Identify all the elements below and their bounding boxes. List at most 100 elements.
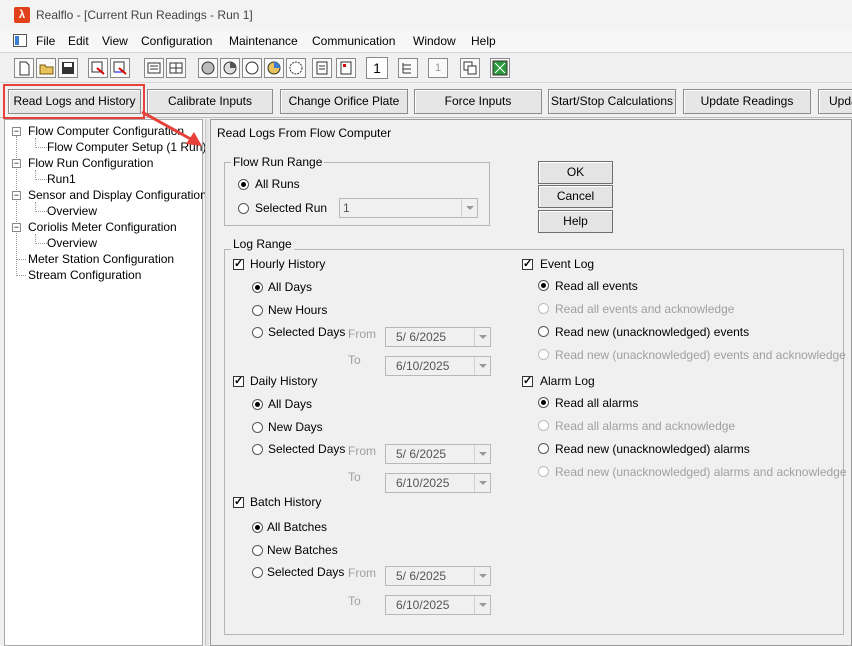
configuration-tree: − Flow Computer Configuration Flow Compu… (4, 119, 207, 646)
chevron-down-icon[interactable] (474, 596, 490, 614)
hourly-new-hours-radio[interactable] (252, 305, 263, 316)
batch-history-checkbox[interactable]: ✓ (233, 497, 244, 508)
pie-gauge-icon[interactable] (220, 58, 240, 78)
splitter[interactable] (205, 119, 209, 646)
chevron-down-icon[interactable] (474, 357, 490, 375)
hourly-to-date[interactable]: 6/10/2025 (385, 356, 491, 376)
collapse-icon[interactable]: − (12, 159, 21, 168)
run-number-disabled: 1 (428, 58, 448, 78)
hourly-from-date[interactable]: 5/ 6/2025 (385, 327, 491, 347)
chevron-down-icon[interactable] (474, 474, 490, 492)
menu-file[interactable]: File (36, 34, 55, 48)
report-icon[interactable] (336, 58, 356, 78)
chevron-down-icon[interactable] (474, 328, 490, 346)
daily-to-value: 6/10/2025 (396, 476, 450, 490)
batch-history-label: Batch History (250, 495, 322, 509)
menu-communication[interactable]: Communication (312, 34, 395, 48)
update-readings-button[interactable]: Update Readings (683, 89, 811, 114)
open-folder-icon[interactable] (36, 58, 56, 78)
batch-to-date[interactable]: 6/10/2025 (385, 595, 491, 615)
read-new-alarms-ack-label: Read new (unacknowledged) alarms and ack… (555, 465, 847, 479)
batch-all-batches-radio[interactable] (252, 522, 263, 533)
chevron-down-icon[interactable] (461, 199, 477, 217)
chevron-down-icon[interactable] (474, 567, 490, 585)
menu-maintenance[interactable]: Maintenance (229, 34, 298, 48)
circle-icon[interactable] (242, 58, 262, 78)
read-all-alarms-radio[interactable] (538, 397, 549, 408)
daily-selected-days-radio[interactable] (252, 444, 263, 455)
tree-item-stream-config[interactable]: Stream Configuration (28, 268, 141, 282)
tree-structure-icon[interactable] (398, 58, 418, 78)
highlight-box (3, 84, 145, 119)
chevron-down-icon[interactable] (474, 445, 490, 463)
read-icon[interactable] (88, 58, 108, 78)
daily-all-days-label: All Days (268, 397, 313, 411)
run-number-display[interactable]: 1 (366, 57, 388, 79)
read-new-alarms-radio[interactable] (538, 443, 549, 454)
gauge-icon[interactable] (198, 58, 218, 78)
event-log-checkbox[interactable]: ✓ (522, 259, 533, 270)
grid-view-icon[interactable] (166, 58, 186, 78)
tree-item-overview-sensor[interactable]: Overview (47, 204, 97, 218)
daily-to-date[interactable]: 6/10/2025 (385, 473, 491, 493)
save-icon[interactable] (58, 58, 78, 78)
read-all-alarms-ack-label: Read all alarms and acknowledge (555, 419, 736, 433)
menu-edit[interactable]: Edit (68, 34, 89, 48)
read-all-events-radio[interactable] (538, 280, 549, 291)
hourly-selected-days-radio[interactable] (252, 327, 263, 338)
batch-selected-days-label: Selected Days (267, 565, 345, 579)
all-runs-radio[interactable] (238, 179, 249, 190)
menu-configuration[interactable]: Configuration (141, 34, 212, 48)
write-icon[interactable] (110, 58, 130, 78)
dial-icon[interactable] (286, 58, 306, 78)
tree-item-run1[interactable]: Run1 (47, 172, 76, 186)
tree-item-sensor-display-config[interactable]: Sensor and Display Configuration (28, 188, 207, 202)
force-inputs-button[interactable]: Force Inputs (414, 89, 542, 114)
collapse-icon[interactable]: − (12, 191, 21, 200)
tree-item-meter-station-config[interactable]: Meter Station Configuration (28, 252, 174, 266)
ok-button[interactable]: OK (538, 161, 613, 184)
menu-window[interactable]: Window (413, 34, 456, 48)
tree-item-coriolis-config[interactable]: Coriolis Meter Configuration (28, 220, 177, 234)
read-all-events-ack-label: Read all events and acknowledge (555, 302, 735, 316)
batch-new-batches-radio[interactable] (252, 545, 263, 556)
mdi-window-icon[interactable] (13, 34, 27, 47)
new-file-icon[interactable] (14, 58, 34, 78)
read-new-alarms-ack-radio (538, 466, 549, 477)
color-gauge-icon[interactable] (264, 58, 284, 78)
batch-all-batches-label: All Batches (267, 520, 328, 534)
green-grid-icon[interactable] (490, 58, 510, 78)
start-stop-calculations-button[interactable]: Start/Stop Calculations (548, 89, 676, 114)
batch-selected-days-radio[interactable] (252, 567, 263, 578)
log-range-title: Log Range (231, 237, 294, 251)
collapse-icon[interactable]: − (12, 127, 21, 136)
alarm-log-checkbox[interactable]: ✓ (522, 376, 533, 387)
cancel-button[interactable]: Cancel (538, 185, 613, 208)
update-cut-button[interactable]: Upda (818, 89, 852, 114)
hourly-all-days-radio[interactable] (252, 282, 263, 293)
windows-icon[interactable] (460, 58, 480, 78)
daily-history-checkbox[interactable]: ✓ (233, 376, 244, 387)
app-logo-icon: λ (14, 7, 30, 23)
menu-bar: File Edit View Configuration Maintenance… (0, 31, 852, 52)
hourly-history-label: Hourly History (250, 257, 326, 271)
hourly-history-checkbox[interactable]: ✓ (233, 259, 244, 270)
tree-item-flow-run-config[interactable]: Flow Run Configuration (28, 156, 153, 170)
selected-run-radio[interactable] (238, 203, 249, 214)
daily-new-days-radio[interactable] (252, 422, 263, 433)
batch-from-date[interactable]: 5/ 6/2025 (385, 566, 491, 586)
collapse-icon[interactable]: − (12, 223, 21, 232)
selected-run-combo[interactable]: 1 (339, 198, 478, 218)
panel-title: Read Logs From Flow Computer (217, 126, 392, 140)
daily-from-date[interactable]: 5/ 6/2025 (385, 444, 491, 464)
menu-view[interactable]: View (102, 34, 128, 48)
daily-all-days-radio[interactable] (252, 399, 263, 410)
change-orifice-plate-button[interactable]: Change Orifice Plate (280, 89, 408, 114)
read-new-events-radio[interactable] (538, 326, 549, 337)
notes-icon[interactable] (312, 58, 332, 78)
menu-help[interactable]: Help (471, 34, 496, 48)
list-view-icon[interactable] (144, 58, 164, 78)
read-new-events-ack-label: Read new (unacknowledged) events and ack… (555, 348, 846, 362)
tree-item-overview-coriolis[interactable]: Overview (47, 236, 97, 250)
help-button[interactable]: Help (538, 210, 613, 233)
